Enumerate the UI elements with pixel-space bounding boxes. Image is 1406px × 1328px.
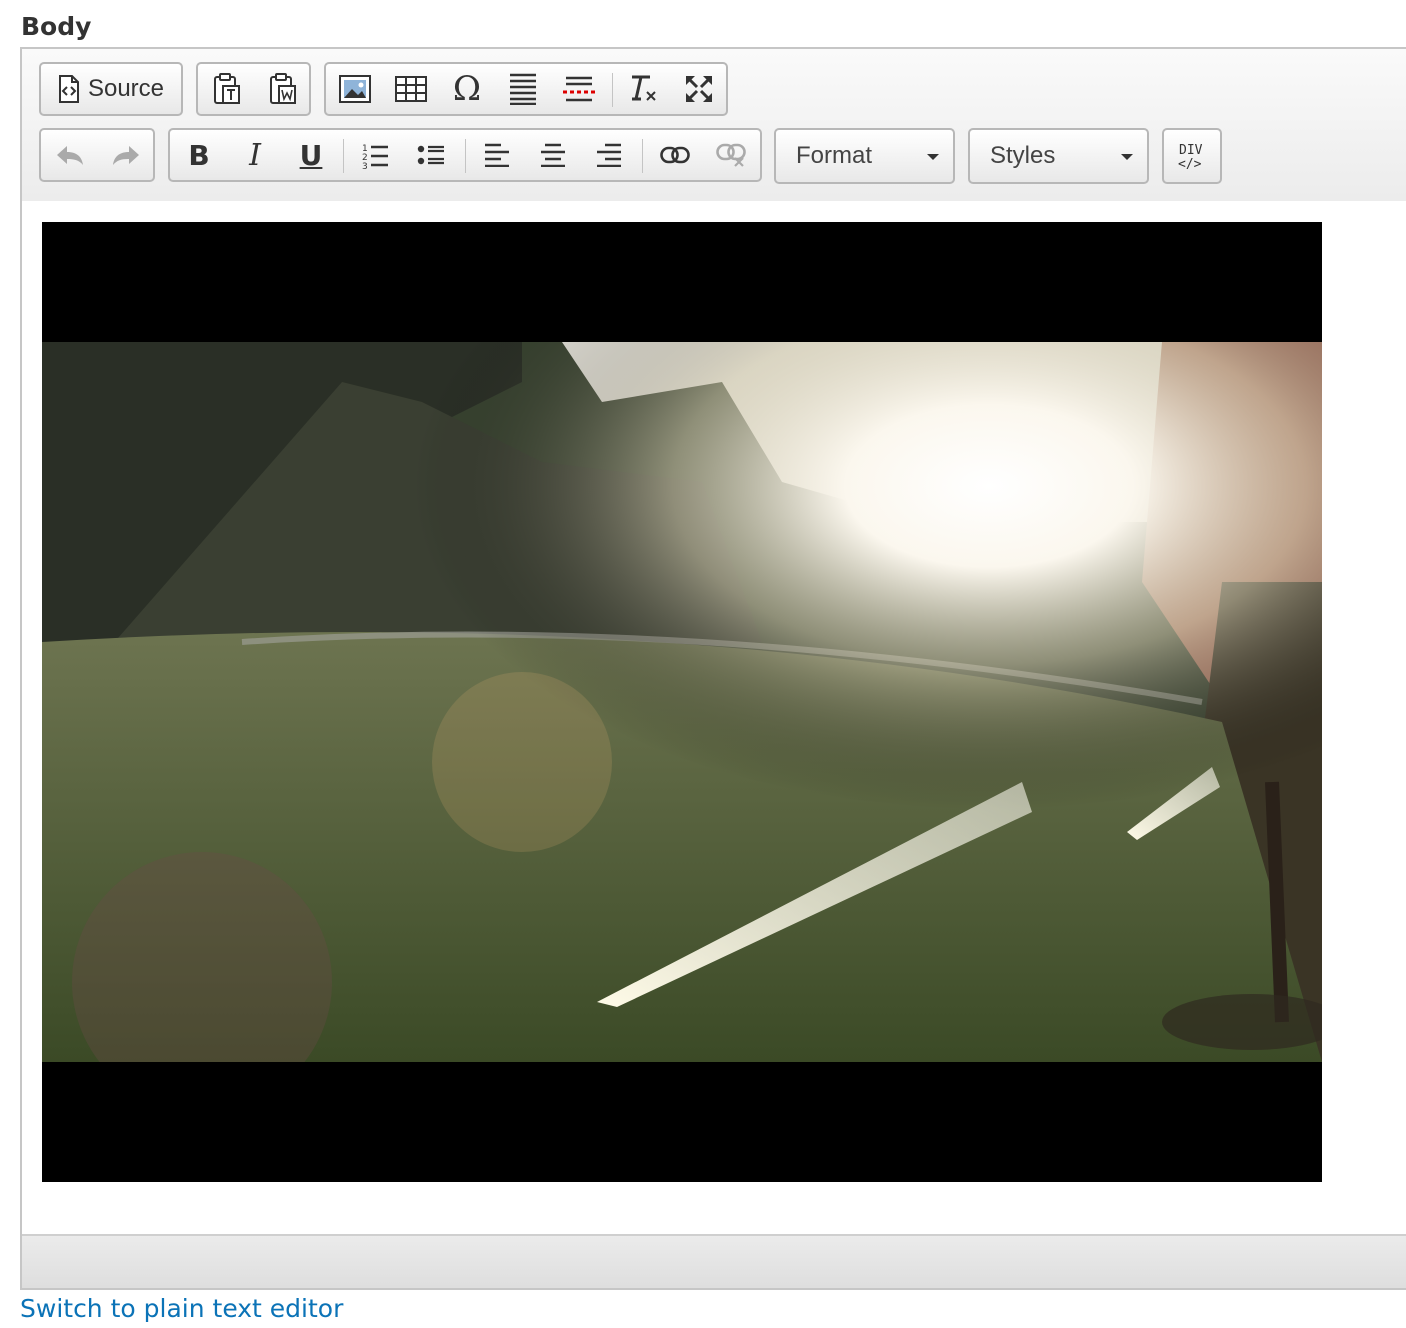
source-icon — [58, 75, 80, 103]
svg-text:DIV: DIV — [1179, 143, 1203, 158]
underline-button[interactable]: U — [285, 130, 337, 180]
format-dropdown-label: Format — [796, 142, 873, 169]
source-group: Source — [39, 62, 183, 116]
formatting-group: B I U 123 — [168, 128, 762, 182]
align-right-icon — [596, 143, 622, 167]
editor-toolbar: Source Ω B I U 1 2 3 Format Styles DIV <… — [22, 49, 1406, 203]
remove-format-icon — [627, 74, 659, 104]
page-break-icon — [562, 75, 596, 103]
paste-text-button[interactable] — [201, 64, 253, 114]
video-thumbnail[interactable] — [42, 222, 1322, 1182]
create-div-icon: DIV </> — [1177, 141, 1207, 171]
undo-icon — [55, 144, 85, 166]
maximize-icon — [684, 74, 714, 104]
bulleted-list-icon — [417, 143, 445, 167]
link-button[interactable] — [649, 130, 701, 180]
numbered-list-icon: 123 — [361, 141, 389, 169]
bold-icon: B — [188, 138, 210, 172]
clipboard-group — [196, 62, 311, 116]
bulleted-list-button[interactable] — [405, 130, 457, 180]
field-label: Body — [21, 12, 92, 41]
maximize-button[interactable] — [673, 64, 725, 114]
history-group — [39, 128, 155, 182]
svg-text:3: 3 — [362, 162, 368, 169]
horizontal-line-button[interactable] — [497, 64, 549, 114]
align-center-icon — [540, 143, 566, 167]
source-button[interactable]: Source — [41, 64, 181, 114]
numbered-list-button[interactable]: 123 — [349, 130, 401, 180]
chevron-down-icon — [927, 154, 939, 160]
redo-button[interactable] — [100, 130, 152, 180]
italic-icon: I — [249, 137, 261, 173]
paste-text-icon — [213, 73, 241, 105]
image-icon — [339, 75, 371, 103]
align-right-button[interactable] — [583, 130, 635, 180]
video-frame-image — [42, 342, 1322, 1062]
table-icon — [395, 75, 427, 103]
align-center-button[interactable] — [527, 130, 579, 180]
horizontal-line-icon — [508, 73, 538, 105]
editor-status-bar — [22, 1234, 1406, 1288]
remove-format-button[interactable] — [617, 64, 669, 114]
insert-group: Ω — [324, 62, 728, 116]
italic-button[interactable]: I — [229, 130, 281, 180]
switch-to-plain-text-link[interactable]: Switch to plain text editor — [20, 1294, 343, 1323]
paste-from-word-button[interactable] — [257, 64, 309, 114]
page-break-button[interactable] — [553, 64, 605, 114]
create-div-button[interactable]: DIV </> — [1166, 130, 1218, 182]
source-label: Source — [87, 75, 165, 102]
toolbar-separator — [465, 139, 466, 173]
rich-text-editor: Source Ω B I U 1 2 3 Format Styles DIV <… — [20, 47, 1406, 1290]
paste-from-word-icon — [269, 73, 297, 105]
format-dropdown[interactable]: Format — [774, 128, 955, 184]
styles-dropdown[interactable]: Styles — [968, 128, 1149, 184]
styles-dropdown-label: Styles — [990, 142, 1056, 169]
undo-button[interactable] — [44, 130, 96, 180]
chevron-down-icon — [1121, 154, 1133, 160]
div-group: DIV </> — [1162, 128, 1222, 184]
toolbar-separator — [642, 139, 643, 173]
link-icon — [660, 146, 690, 164]
svg-text:</>: </> — [1178, 157, 1202, 171]
align-left-icon — [484, 143, 510, 167]
underline-icon: U — [299, 138, 323, 172]
editor-content[interactable] — [22, 201, 1406, 1236]
special-character-icon: Ω — [452, 69, 482, 109]
toolbar-separator — [343, 139, 344, 173]
special-character-button[interactable]: Ω — [441, 64, 493, 114]
align-left-button[interactable] — [471, 130, 523, 180]
image-button[interactable] — [329, 64, 381, 114]
toolbar-separator — [612, 73, 613, 107]
redo-icon — [111, 144, 141, 166]
unlink-button[interactable] — [705, 130, 757, 180]
table-button[interactable] — [385, 64, 437, 114]
bold-button[interactable]: B — [173, 130, 225, 180]
unlink-icon — [716, 143, 746, 167]
